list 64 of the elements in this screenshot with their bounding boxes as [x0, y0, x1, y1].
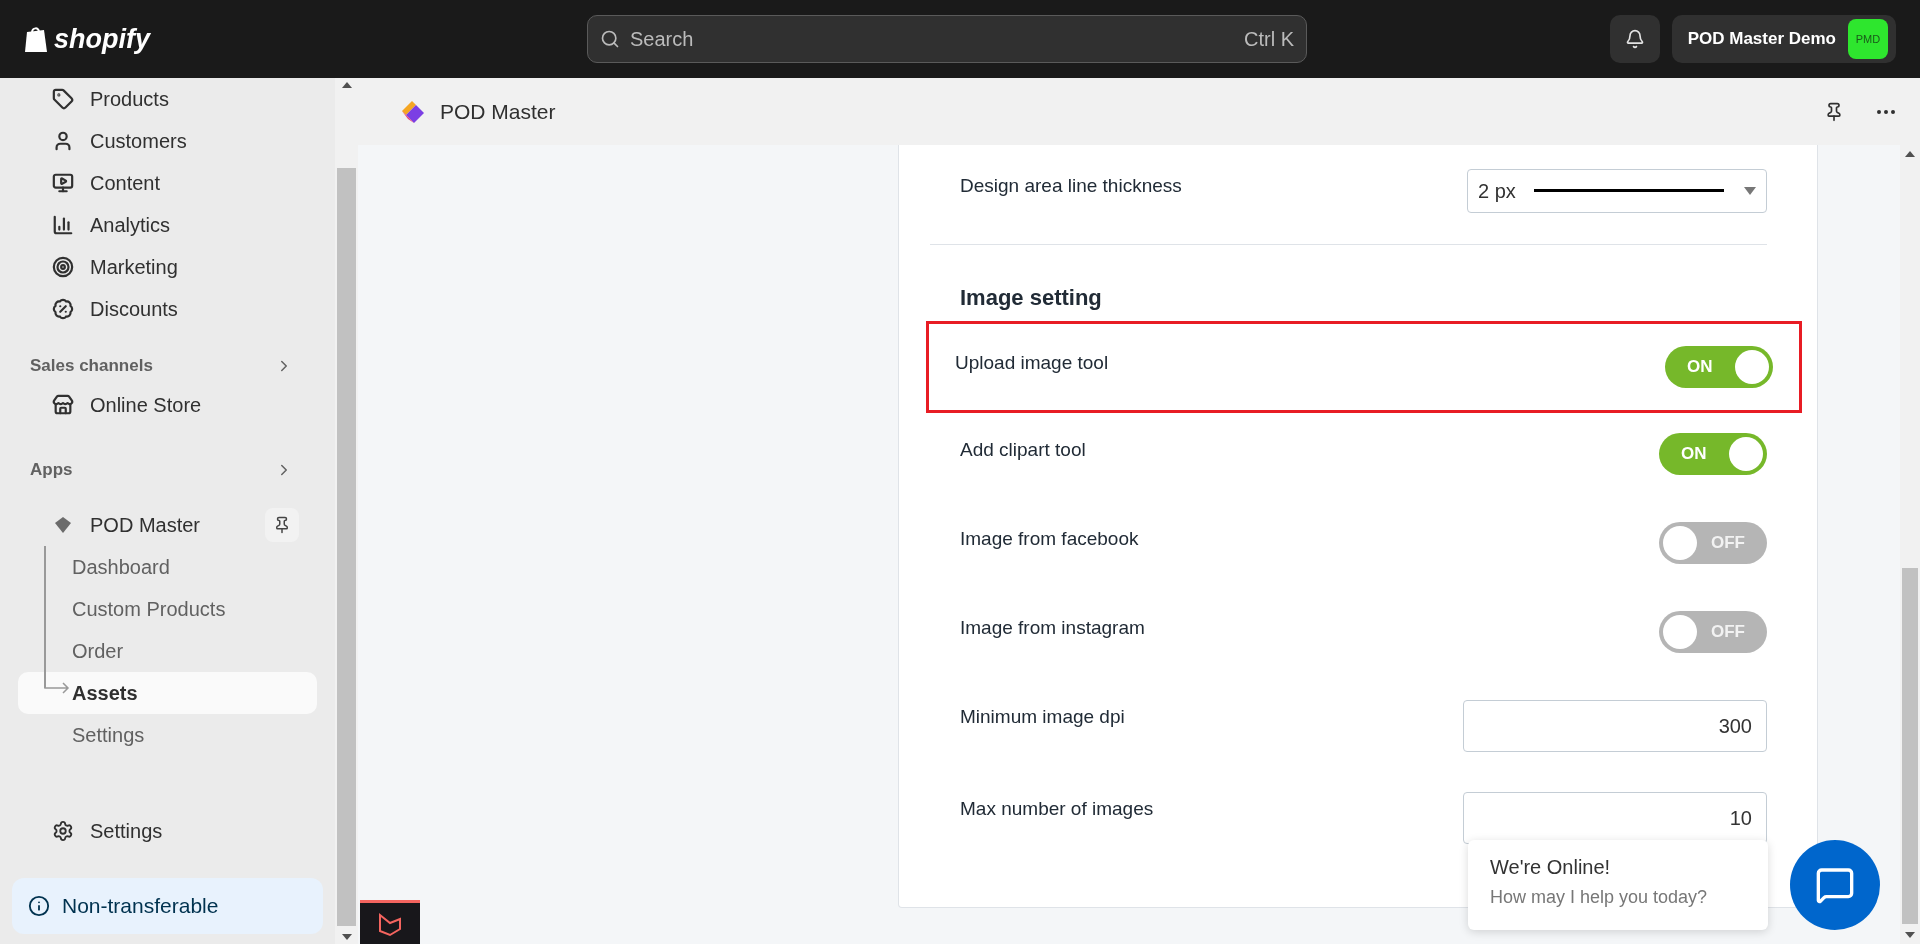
dropdown-caret-icon	[1744, 187, 1756, 195]
bell-icon	[1624, 29, 1645, 49]
section-title: Apps	[30, 460, 73, 480]
setting-label: Max number of images	[960, 797, 1154, 820]
notifications-button[interactable]	[1609, 15, 1660, 63]
sidebar-item[interactable]: Analytics	[18, 204, 317, 246]
pin-button[interactable]	[265, 508, 299, 542]
info-icon	[28, 895, 50, 917]
marketing-icon	[52, 256, 74, 278]
store-avatar: PMD	[1848, 19, 1888, 59]
sidebar-subitem[interactable]: Dashboard	[18, 546, 317, 588]
setting-label: Add clipart tool	[960, 438, 1086, 461]
customers-icon	[52, 130, 74, 152]
sidebar-item[interactable]: Online Store	[18, 384, 317, 426]
search-field[interactable]: Search Ctrl K	[587, 15, 1307, 63]
analytics-icon	[52, 214, 74, 236]
shortcut-hint: Ctrl K	[1244, 27, 1294, 51]
scrollbar-thumb[interactable]	[1902, 568, 1918, 924]
pin-icon[interactable]	[1824, 101, 1844, 122]
number-field[interactable]: 300	[1463, 700, 1767, 752]
thickness-select[interactable]: 2 px	[1467, 169, 1767, 213]
chat-bubble[interactable]: We're Online! How may I help you today?	[1468, 840, 1768, 930]
search-icon	[600, 29, 620, 49]
shopping-bag-icon	[24, 25, 48, 53]
section-title: Sales channels	[30, 356, 153, 376]
pin-icon	[273, 516, 291, 534]
sidebar-subitem[interactable]: Custom Products	[18, 588, 317, 630]
chat-icon	[1815, 865, 1855, 905]
sidebar-subitem[interactable]: Order	[18, 630, 317, 672]
section-heading: Image setting	[959, 284, 1103, 312]
scrollbar-thumb[interactable]	[337, 168, 356, 926]
number-field[interactable]: 10	[1463, 792, 1767, 844]
brand-logo: shopify	[54, 23, 150, 55]
sidebar-subitem[interactable]: Assets	[18, 672, 317, 714]
scroll-up-icon[interactable]	[341, 82, 352, 88]
scroll-down-icon[interactable]	[1905, 932, 1915, 938]
sidebar-item[interactable]: Settings	[18, 810, 317, 852]
sidebar-item[interactable]: Customers	[18, 120, 317, 162]
setting-label: Upload image tool	[955, 351, 1109, 374]
app-title: POD Master	[440, 99, 556, 124]
setting-label: Image from facebook	[960, 527, 1139, 550]
settings-icon	[52, 820, 74, 842]
sidebar-subitem[interactable]: Settings	[18, 714, 317, 756]
setting-label: Design area line thickness	[960, 174, 1182, 197]
line-sample-icon	[1533, 189, 1724, 193]
content-icon	[52, 172, 74, 194]
sidebar-item[interactable]: POD Master	[18, 504, 317, 546]
setting-label: Minimum image dpi	[960, 705, 1125, 728]
store-menu-button[interactable]: POD Master Demo PMD	[1671, 15, 1896, 63]
chat-subtitle: How may I help you today?	[1490, 887, 1709, 908]
products-icon	[52, 88, 74, 110]
scroll-up-icon[interactable]	[1905, 151, 1915, 157]
sidebar-item[interactable]: Content	[18, 162, 317, 204]
notice-text: Non-transferable	[62, 894, 219, 918]
sidebar-item[interactable]: Discounts	[18, 288, 317, 330]
sidebar-item[interactable]: Marketing	[18, 246, 317, 288]
chat-title: We're Online!	[1490, 856, 1612, 879]
discounts-icon	[52, 298, 74, 320]
scroll-down-icon[interactable]	[341, 934, 352, 940]
debug-bar-icon[interactable]	[360, 900, 420, 944]
store-icon	[52, 394, 74, 416]
app-logo-icon	[400, 98, 426, 125]
sidebar-item[interactable]: Products	[18, 78, 317, 120]
setting-label: Image from instagram	[960, 616, 1145, 639]
